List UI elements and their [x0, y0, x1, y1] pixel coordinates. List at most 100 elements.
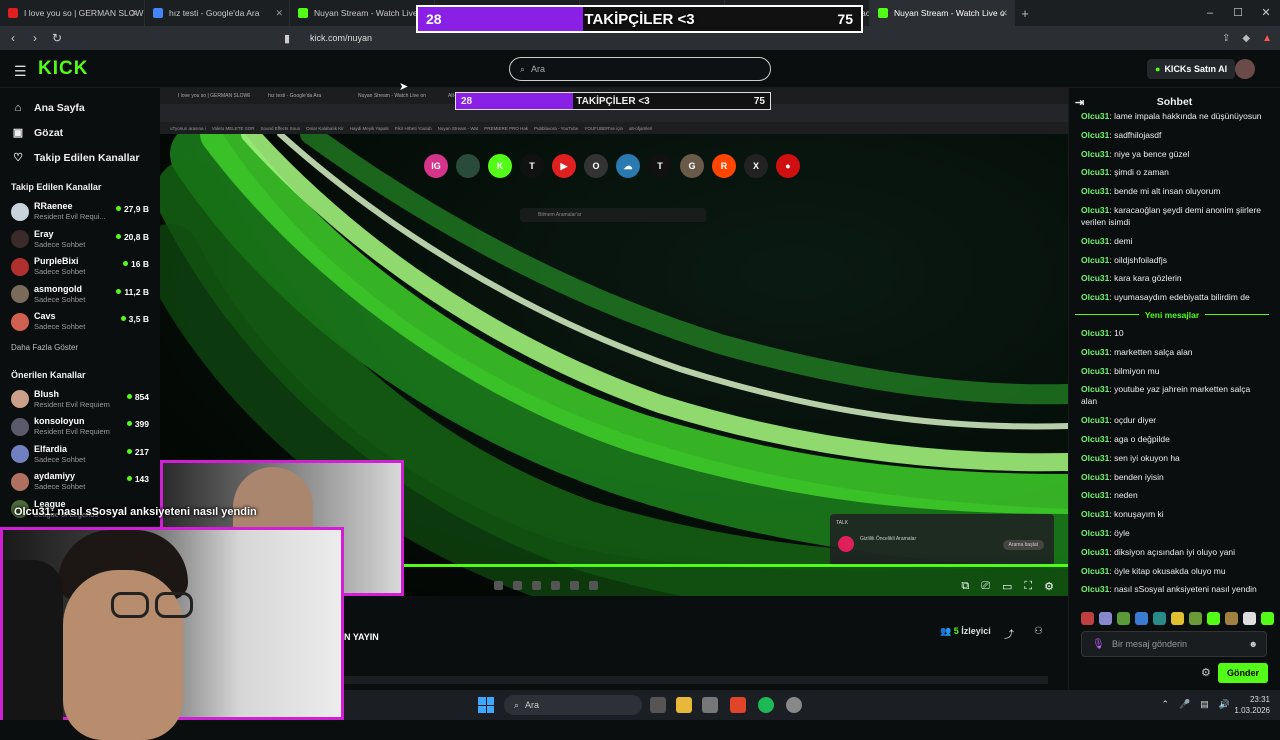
browser-tab[interactable]: hız testi - Google'da Ara ✕: [145, 0, 290, 26]
chat-username[interactable]: Olcu31: [1081, 205, 1109, 215]
sidebar-channel[interactable]: RRaenee Resident Evil Requi... 27,9 B: [0, 198, 160, 226]
chat-username[interactable]: Olcu31: [1081, 111, 1109, 121]
reload-icon[interactable]: ↻: [48, 31, 66, 45]
chat-username[interactable]: Olcu31: [1081, 167, 1109, 177]
new-tab-button[interactable]: +: [1015, 6, 1035, 21]
url-field[interactable]: kick.com/nuyan: [310, 33, 372, 43]
profile-avatar[interactable]: [1235, 59, 1255, 79]
clock[interactable]: 23:31 1.03.2026: [1234, 694, 1270, 716]
chat-username[interactable]: Olcu31: [1081, 584, 1109, 594]
browser-tab[interactable]: I love you so | GERMAN SLOWED ✕: [0, 0, 145, 26]
network-icon[interactable]: ▤: [1200, 699, 1209, 710]
chat-username[interactable]: Olcu31: [1081, 186, 1109, 196]
tab-close-icon[interactable]: ✕: [275, 8, 283, 19]
chat-username[interactable]: Olcu31: [1081, 509, 1109, 519]
sidebar-channel[interactable]: konsoloyun Resident Evil Requiem 399: [0, 413, 160, 441]
forward-icon[interactable]: ›: [26, 31, 44, 45]
fullscreen-icon[interactable]: ⛶: [1024, 580, 1032, 593]
buy-kicks-button[interactable]: ● KICKs Satın Al: [1147, 59, 1236, 79]
sidebar-channel[interactable]: aydamiyy Sadece Sohbet 143: [0, 468, 160, 496]
store-icon[interactable]: [702, 697, 718, 713]
sidebar-channel[interactable]: Elfardia Sadece Sohbet 217: [0, 441, 160, 469]
emote-icon[interactable]: [1153, 612, 1166, 625]
chat-username[interactable]: Olcu31: [1081, 547, 1109, 557]
sidebar-nav-item[interactable]: ⌂ Ana Sayfa: [0, 95, 160, 120]
chat-username[interactable]: Olcu31: [1081, 528, 1109, 538]
chat-username[interactable]: Olcu31: [1081, 566, 1109, 576]
kick-logo[interactable]: KICK: [38, 58, 88, 80]
chat-username[interactable]: Olcu31: [1081, 434, 1109, 444]
tray-chevron-icon[interactable]: ⌃: [1162, 699, 1170, 710]
emoji-icon[interactable]: ☻: [1249, 639, 1258, 649]
emote-icon[interactable]: [1081, 612, 1094, 625]
chat-username[interactable]: Olcu31: [1081, 255, 1109, 265]
chat-username[interactable]: Olcu31: [1081, 490, 1109, 500]
emote-icon[interactable]: [1207, 612, 1220, 625]
app-icon[interactable]: [786, 697, 802, 713]
horizontal-scrollbar[interactable]: [344, 676, 1048, 684]
chat-username[interactable]: Olcu31: [1081, 273, 1109, 283]
browser-tab[interactable]: Nuyan Stream - Watch Live on✕: [290, 0, 435, 26]
chat-username[interactable]: Olcu31: [1081, 384, 1109, 394]
windows-start-icon[interactable]: [478, 697, 494, 713]
sidebar-channel[interactable]: Eray Sadece Sohbet 20,8 B: [0, 226, 160, 254]
sidebar-nav-item[interactable]: ▣ Gözat: [0, 120, 160, 145]
chat-username[interactable]: Olcu31: [1081, 328, 1109, 338]
bookmark-icon[interactable]: ▮: [284, 32, 290, 45]
volume-icon[interactable]: 🔊: [1219, 699, 1230, 710]
chat-username[interactable]: Olcu31: [1081, 236, 1109, 246]
os-search[interactable]: ⌕ Ara: [504, 695, 642, 715]
collapse-chat-icon[interactable]: ⇥: [1075, 96, 1084, 109]
mic-icon[interactable]: 🎙: [1092, 639, 1105, 650]
menu-icon[interactable]: ☰: [14, 63, 27, 80]
shield-icon[interactable]: ◆: [1242, 33, 1250, 44]
sidebar-channel[interactable]: Cavs Sadece Sohbet 3,5 B: [0, 308, 160, 336]
pip-icon[interactable]: ⧉: [961, 580, 969, 593]
sidebar-nav-item[interactable]: ♡ Takip Edilen Kanallar: [0, 145, 160, 170]
share-stream-icon[interactable]: ⤴: [1004, 626, 1014, 641]
emote-icon[interactable]: [1225, 612, 1238, 625]
chat-username[interactable]: Olcu31: [1081, 149, 1109, 159]
emote-icon[interactable]: [1099, 612, 1112, 625]
emote-icon[interactable]: [1189, 612, 1202, 625]
sidebar-channel[interactable]: asmongold Sadece Sohbet 11,2 B: [0, 281, 160, 309]
chat-username[interactable]: Olcu31: [1081, 415, 1109, 425]
taskview-icon[interactable]: [650, 697, 666, 713]
clip-icon[interactable]: ⎚: [981, 580, 990, 593]
emote-icon[interactable]: [1171, 612, 1184, 625]
maximize-button[interactable]: ☐: [1224, 0, 1252, 26]
show-more-link[interactable]: Daha Fazla Göster: [0, 338, 160, 358]
follow-user-icon[interactable]: ⚇: [1034, 626, 1043, 641]
brave-icon[interactable]: [730, 697, 746, 713]
emote-icon[interactable]: [1261, 612, 1274, 625]
tab-close-icon[interactable]: ✕: [1000, 8, 1008, 19]
theater-icon[interactable]: ▭: [1002, 580, 1012, 593]
chat-username[interactable]: Olcu31: [1081, 292, 1109, 302]
chat-settings-icon[interactable]: ⚙: [1201, 666, 1211, 679]
share-icon[interactable]: ⇪: [1222, 33, 1230, 44]
sidebar-channel[interactable]: PurpleBixi Sadece Sohbet 16 B: [0, 253, 160, 281]
send-button[interactable]: Gönder: [1218, 663, 1268, 683]
mic-tray-icon[interactable]: 🎤: [1179, 699, 1190, 710]
chat-username[interactable]: Olcu31: [1081, 453, 1109, 463]
back-icon[interactable]: ‹: [4, 31, 22, 45]
chat-username[interactable]: Olcu31: [1081, 347, 1109, 357]
settings-icon[interactable]: ⚙: [1044, 580, 1054, 593]
emote-icon[interactable]: [1117, 612, 1130, 625]
browser-tab[interactable]: Nuyan Stream - Watch Live o ✕: [870, 0, 1015, 26]
video-progress-bar[interactable]: [344, 564, 1068, 567]
spotify-icon[interactable]: [758, 697, 774, 713]
explorer-icon[interactable]: [676, 697, 692, 713]
chat-username[interactable]: Olcu31: [1081, 472, 1109, 482]
search-input[interactable]: ⌕ Ara: [509, 57, 771, 81]
close-window-button[interactable]: ✕: [1252, 0, 1280, 26]
tab-close-icon[interactable]: ✕: [130, 8, 138, 19]
rewards-icon[interactable]: ▲: [1262, 33, 1272, 44]
chat-input[interactable]: 🎙 Bir mesaj gönderin ☻: [1081, 631, 1267, 657]
minimize-button[interactable]: –: [1196, 0, 1224, 26]
chat-username[interactable]: Olcu31: [1081, 130, 1109, 140]
chat-username[interactable]: Olcu31: [1081, 366, 1109, 376]
sidebar-channel[interactable]: Blush Resident Evil Requiem 854: [0, 386, 160, 414]
emote-icon[interactable]: [1135, 612, 1148, 625]
emote-icon[interactable]: [1243, 612, 1256, 625]
